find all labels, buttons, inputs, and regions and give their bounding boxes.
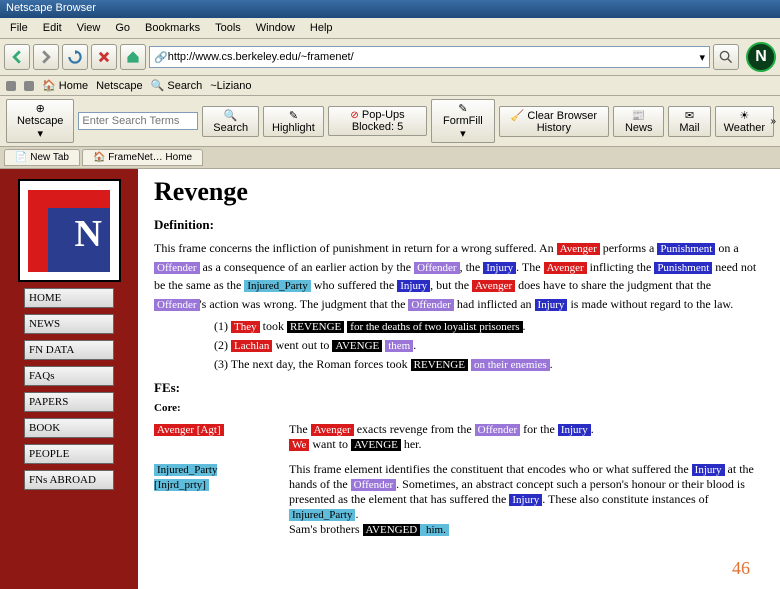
example-2: (2) Lachlan went out to AVENGE them. [214, 338, 764, 353]
search-toolbar: ⊕ Netscape ▾ 🔍 Search ✎ Highlight ⊘ Pop-… [0, 96, 780, 147]
link-user[interactable]: ~Liziano [210, 80, 251, 92]
dropdown-icon[interactable]: ▾ [699, 51, 705, 64]
search-input[interactable] [78, 112, 198, 130]
stop-button[interactable] [91, 44, 117, 70]
nav-news[interactable]: NEWS [24, 314, 114, 334]
personal-bar: 🏠 Home Netscape 🔍 Search ~Liziano [0, 76, 780, 96]
weather-button[interactable]: ☀ Weather [715, 106, 774, 137]
fes-heading: FEs: [154, 380, 764, 396]
definition-heading: Definition: [154, 217, 764, 233]
definition-text: This frame concerns the infliction of pu… [154, 239, 764, 313]
link-home[interactable]: 🏠 Home [42, 79, 88, 92]
menubar: File Edit View Go Bookmarks Tools Window… [0, 18, 780, 39]
menu-edit[interactable]: Edit [37, 20, 68, 36]
fe-avenger: Avenger [Agt] The Avenger exacts revenge… [154, 422, 764, 452]
page-title: Revenge [154, 177, 764, 207]
netscape-logo: N [746, 42, 776, 72]
tab-bar: 📄 New Tab 🏠 FrameNet… Home [0, 147, 780, 169]
link-search[interactable]: 🔍 Search [151, 79, 203, 92]
tab-framenet[interactable]: 🏠 FrameNet… Home [82, 149, 203, 166]
example-3: (3) The next day, the Roman forces took … [214, 357, 764, 372]
nav-papers[interactable]: PAPERS [24, 392, 114, 412]
url-icon: 🔗 [154, 51, 168, 64]
menu-view[interactable]: View [71, 20, 107, 36]
menu-go[interactable]: Go [109, 20, 136, 36]
overflow-icon[interactable]: » [770, 116, 776, 127]
mail-button[interactable]: ✉ Mail [668, 106, 710, 137]
window-titlebar: Netscape Browser [0, 0, 780, 18]
site-sidebar: N HOME NEWS FN DATA FAQs PAPERS BOOK PEO… [0, 169, 138, 589]
clear-history-button[interactable]: 🧹 Clear Browser History [499, 106, 610, 137]
framenet-logo: N [18, 179, 121, 282]
reload-button[interactable] [62, 44, 88, 70]
menu-file[interactable]: File [4, 20, 34, 36]
menu-bookmarks[interactable]: Bookmarks [139, 20, 206, 36]
nav-fndata[interactable]: FN DATA [24, 340, 114, 360]
link-netscape[interactable]: Netscape [96, 80, 142, 92]
menu-window[interactable]: Window [250, 20, 301, 36]
fe-injured-party: Injured_Party [Injrd_prty] This frame el… [154, 462, 764, 537]
example-1: (1) They took REVENGE for the deaths of … [214, 319, 764, 334]
nav-abroad[interactable]: FNs ABROAD [24, 470, 114, 490]
bookmark-icon[interactable] [6, 81, 16, 91]
url-input[interactable] [168, 51, 700, 63]
popups-button[interactable]: ⊘ Pop-Ups Blocked: 5 [328, 106, 427, 136]
home-button[interactable] [120, 44, 146, 70]
popup-blocked-icon: ⊘ [350, 110, 358, 121]
formfill-button[interactable]: ✎ FormFill ▾ [431, 99, 494, 143]
nav-book[interactable]: BOOK [24, 418, 114, 438]
url-bar[interactable]: 🔗 ▾ [149, 46, 710, 68]
slide-number: 46 [732, 558, 750, 579]
nav-home[interactable]: HOME [24, 288, 114, 308]
tab-new[interactable]: 📄 New Tab [4, 149, 80, 166]
menu-help[interactable]: Help [304, 20, 339, 36]
nav-toolbar: 🔗 ▾ N [0, 39, 780, 76]
page-body: Revenge Definition: This frame concerns … [138, 169, 780, 589]
forward-button[interactable] [33, 44, 59, 70]
content-area: N HOME NEWS FN DATA FAQs PAPERS BOOK PEO… [0, 169, 780, 589]
search-button[interactable]: 🔍 Search [202, 106, 259, 137]
highlight-button[interactable]: ✎ Highlight [263, 106, 324, 137]
menu-tools[interactable]: Tools [209, 20, 247, 36]
nav-faqs[interactable]: FAQs [24, 366, 114, 386]
back-button[interactable] [4, 44, 30, 70]
netscape-button[interactable]: ⊕ Netscape ▾ [6, 99, 74, 143]
search-go-button[interactable] [713, 44, 739, 70]
bookmark-icon-2[interactable] [24, 81, 34, 91]
nav-people[interactable]: PEOPLE [24, 444, 114, 464]
core-heading: Core: [154, 402, 764, 414]
news-button[interactable]: 📰 News [613, 106, 664, 137]
